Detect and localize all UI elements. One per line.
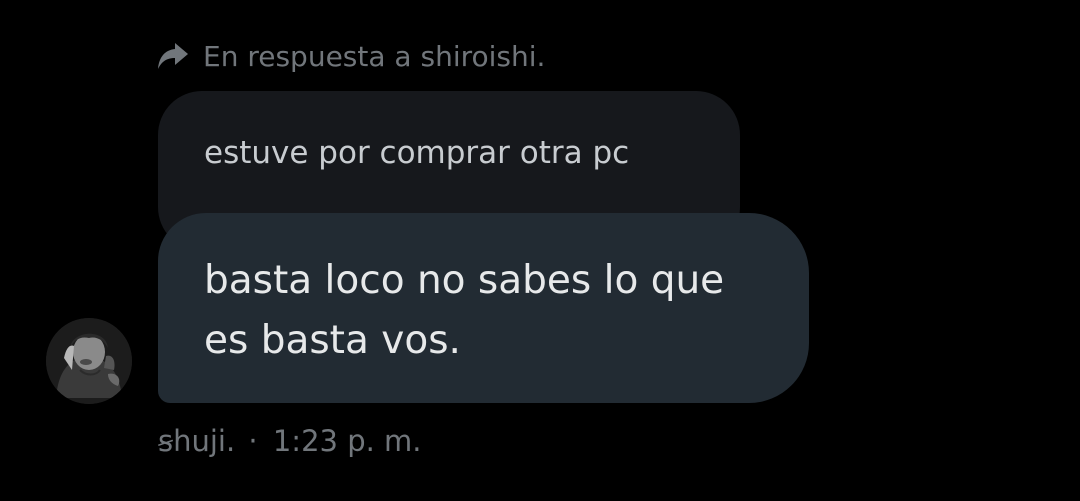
sender-name[interactable]: ꞩhuji. — [158, 424, 235, 458]
message-text: basta loco no sabes lo que es basta vos. — [204, 258, 725, 363]
message-meta: ꞩhuji. · 1:23 p. m. — [158, 424, 422, 458]
quoted-message-text: estuve por comprar otra pc — [204, 135, 630, 171]
message-bubble[interactable]: basta loco no sabes lo que es basta vos. — [158, 213, 809, 403]
meta-separator: · — [248, 424, 258, 458]
reply-context[interactable]: En respuesta a shiroishi. — [157, 36, 545, 76]
reply-arrow-icon — [157, 40, 189, 72]
reply-context-text: En respuesta a shiroishi. — [203, 39, 546, 73]
avatar[interactable] — [46, 318, 132, 404]
message-time: 1:23 p. m. — [272, 424, 422, 458]
avatar-image — [46, 318, 132, 404]
